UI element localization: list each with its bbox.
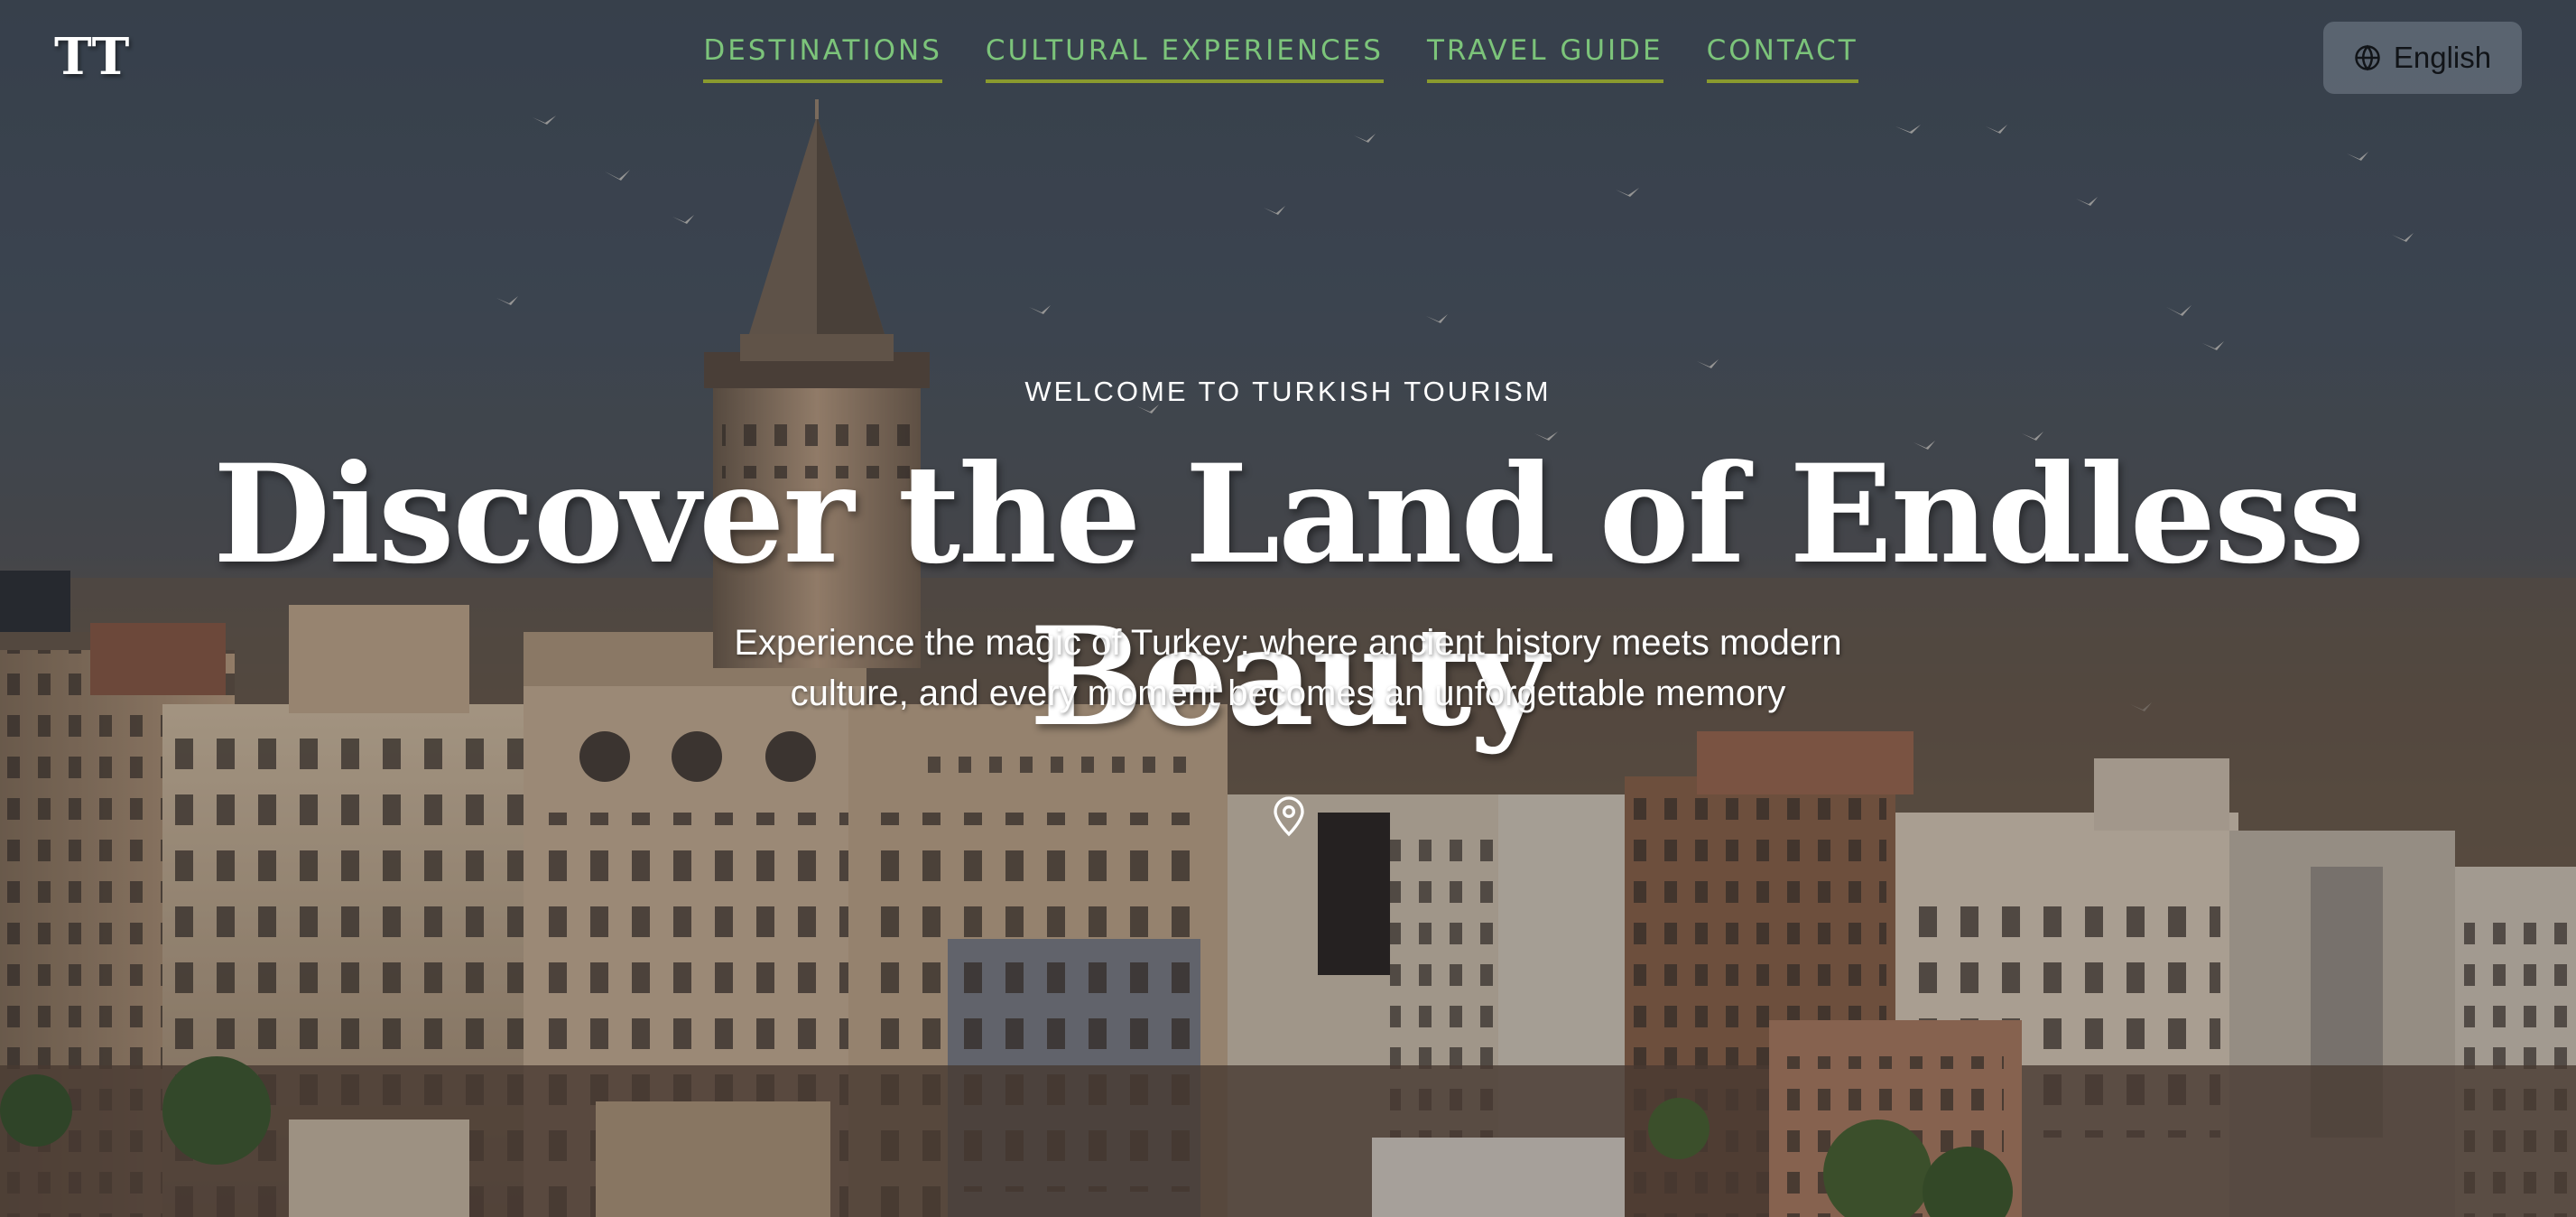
language-label: English [2393,41,2492,74]
hero-subtitle-line-2: culture, and every moment becomes an unf… [790,674,1786,713]
hero-subtitle: Experience the magic of Turkey: where an… [656,618,1920,719]
nav-link-contact[interactable]: CONTACT [1706,34,1858,83]
globe-icon [2354,44,2381,71]
nav-link-cultural-experiences[interactable]: CULTURAL EXPERIENCES [985,34,1384,83]
nav-link-travel-guide[interactable]: TRAVEL GUIDE [1426,34,1663,83]
hero-section: TT DESTINATIONS CULTURAL EXPERIENCES TRA… [0,0,2576,1217]
map-pin-icon[interactable] [1271,794,1307,838]
nav-link-destinations[interactable]: DESTINATIONS [703,34,942,83]
hero-eyebrow: WELCOME TO TURKISH TOURISM [1024,376,1552,407]
hero-subtitle-line-1: Experience the magic of Turkey: where an… [734,623,1842,663]
main-nav: DESTINATIONS CULTURAL EXPERIENCES TRAVEL… [0,34,2576,83]
language-selector-button[interactable]: English [2323,22,2522,94]
